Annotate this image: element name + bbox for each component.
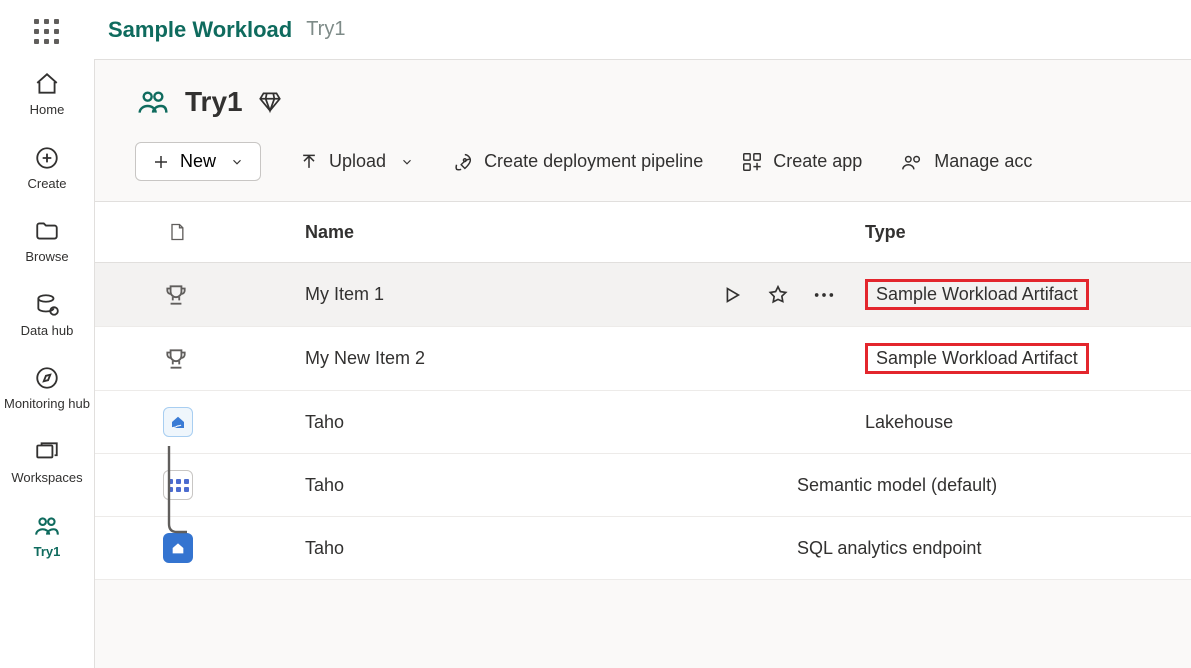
main-area: Sample Workload Try1 Try1 New: [94, 0, 1191, 668]
item-name: My Item 1: [305, 284, 384, 305]
database-icon: [33, 291, 61, 319]
table-row[interactable]: My New Item 2 Sample Workload Artifact: [95, 327, 1191, 391]
trophy-icon: [163, 346, 189, 372]
pipeline-label: Create deployment pipeline: [484, 151, 703, 172]
breadcrumb-app[interactable]: Sample Workload: [108, 17, 292, 43]
play-icon[interactable]: [721, 284, 743, 306]
nav-create[interactable]: Create: [0, 138, 94, 198]
item-name: My New Item 2: [305, 348, 425, 369]
chevron-down-icon: [230, 155, 244, 169]
upload-button[interactable]: Upload: [299, 151, 414, 172]
item-type: Lakehouse: [865, 412, 953, 432]
table-row[interactable]: Taho Lakehouse: [95, 391, 1191, 454]
app-icon: [741, 151, 763, 173]
item-name: Taho: [305, 475, 344, 496]
people-icon: [900, 151, 924, 173]
waffle-icon[interactable]: [33, 18, 61, 46]
item-type: SQL analytics endpoint: [797, 538, 981, 558]
workspace-header: Try1: [95, 80, 1191, 142]
workspace-content: Try1 New Upload Create dep: [94, 60, 1191, 668]
manageaccess-label: Manage acc: [934, 151, 1032, 172]
chevron-down-icon: [400, 155, 414, 169]
nav-current-label: Try1: [34, 544, 61, 560]
new-button[interactable]: New: [135, 142, 261, 181]
more-icon[interactable]: [813, 291, 835, 299]
nav-datahub[interactable]: Data hub: [0, 285, 94, 345]
nav-workspaces-label: Workspaces: [11, 470, 82, 486]
upload-icon: [299, 152, 319, 172]
item-type: Sample Workload Artifact: [865, 279, 1089, 310]
workspace-toolbar: New Upload Create deployment pipeline Cr…: [95, 142, 1191, 202]
people-icon: [33, 512, 61, 540]
create-app-button[interactable]: Create app: [741, 151, 862, 173]
star-icon[interactable]: [767, 284, 789, 306]
item-type: Semantic model (default): [797, 475, 997, 495]
nav-datahub-label: Data hub: [21, 323, 74, 339]
home-icon: [33, 70, 61, 98]
item-type: Sample Workload Artifact: [865, 343, 1089, 374]
sql-endpoint-icon: [163, 533, 193, 563]
lakehouse-icon: [163, 407, 193, 437]
left-nav: Home Create Browse Data hub Monitoring h: [0, 0, 94, 668]
rocket-icon: [452, 151, 474, 173]
nav-workspaces[interactable]: Workspaces: [0, 432, 94, 492]
nav-browse-label: Browse: [25, 249, 68, 265]
nav-home-label: Home: [30, 102, 65, 118]
trophy-icon: [163, 282, 189, 308]
nav-create-label: Create: [27, 176, 66, 192]
upload-label: Upload: [329, 151, 386, 172]
nav-monitoring[interactable]: Monitoring hub: [0, 358, 94, 418]
item-name: Taho: [305, 538, 344, 559]
people-icon: [135, 86, 171, 118]
table-row[interactable]: Taho SQL analytics endpoint: [95, 517, 1191, 580]
workspaces-icon: [33, 438, 61, 466]
item-name: Taho: [305, 412, 344, 433]
nav-monitoring-label: Monitoring hub: [4, 396, 90, 412]
table-row[interactable]: Taho Semantic model (default): [95, 454, 1191, 517]
nav-browse[interactable]: Browse: [0, 211, 94, 271]
tree-connector-icon: [163, 446, 191, 536]
top-breadcrumb: Sample Workload Try1: [94, 0, 1191, 60]
compass-icon: [33, 364, 61, 392]
createapp-label: Create app: [773, 151, 862, 172]
folder-icon: [33, 217, 61, 245]
column-type-header[interactable]: Type: [865, 222, 906, 243]
table-row[interactable]: My Item 1 Sample Workload Artifact: [95, 263, 1191, 327]
workspace-title: Try1: [185, 86, 243, 118]
breadcrumb-workspace[interactable]: Try1: [306, 18, 345, 41]
plus-circle-icon: [33, 144, 61, 172]
table-header: Name Type: [95, 202, 1191, 263]
nav-current-workspace[interactable]: Try1: [0, 506, 94, 566]
column-name-header[interactable]: Name: [305, 222, 865, 243]
file-icon: [167, 220, 187, 244]
diamond-icon[interactable]: [257, 89, 283, 115]
manage-access-button[interactable]: Manage acc: [900, 151, 1032, 173]
new-button-label: New: [180, 151, 216, 172]
create-pipeline-button[interactable]: Create deployment pipeline: [452, 151, 703, 173]
nav-home[interactable]: Home: [0, 64, 94, 124]
